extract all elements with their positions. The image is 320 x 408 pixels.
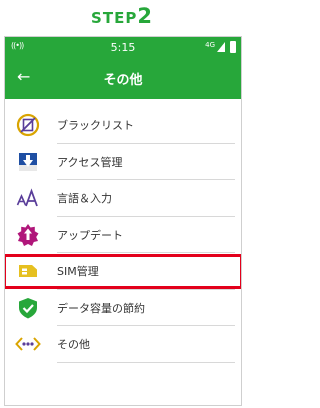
menu-item-access-control[interactable]: アクセス管理 — [5, 144, 241, 180]
status-bar: ((•)) 5:15 4G — [5, 37, 241, 57]
update-icon — [15, 222, 41, 248]
app-bar: ← その他 — [5, 57, 241, 99]
network-type: 4G — [205, 41, 215, 49]
menu-item-data-saver[interactable]: データ容量の節約 — [5, 290, 241, 326]
phone-screen: ((•)) 5:15 4G ← その他 ブラックリスト アクセス管理 言語＆入力… — [4, 36, 242, 406]
menu-item-sim-management[interactable]: SIM管理 — [5, 253, 241, 290]
step-heading: STEP2 — [0, 4, 244, 32]
more-icon — [15, 331, 41, 357]
menu-item-more[interactable]: その他 — [5, 326, 241, 363]
cell-signal-icon — [217, 42, 225, 52]
access-control-icon — [15, 149, 41, 175]
sim-card-icon — [15, 258, 41, 284]
menu-item-update[interactable]: アップデート — [5, 217, 241, 253]
menu-item-label: その他 — [57, 338, 90, 352]
menu-item-language-input[interactable]: 言語＆入力 — [5, 180, 241, 217]
page-title: その他 — [103, 73, 143, 88]
menu-item-label: SIM管理 — [57, 265, 99, 279]
language-input-icon — [15, 185, 41, 211]
data-saver-icon — [15, 295, 41, 321]
menu-item-blacklist[interactable]: ブラックリスト — [5, 107, 241, 144]
menu-item-label: 言語＆入力 — [57, 192, 112, 206]
battery-icon — [230, 41, 236, 53]
blacklist-icon — [15, 112, 41, 138]
settings-menu: ブラックリスト アクセス管理 言語＆入力 アップデート SIM管理 データ容量の… — [5, 107, 241, 363]
step-word: STEP — [91, 9, 138, 27]
step-number: 2 — [137, 4, 153, 28]
menu-item-label: アクセス管理 — [57, 155, 123, 169]
menu-item-label: ブラックリスト — [57, 119, 134, 133]
divider — [57, 361, 235, 363]
menu-item-label: データ容量の節約 — [57, 301, 145, 315]
menu-item-label: アップデート — [57, 228, 123, 242]
